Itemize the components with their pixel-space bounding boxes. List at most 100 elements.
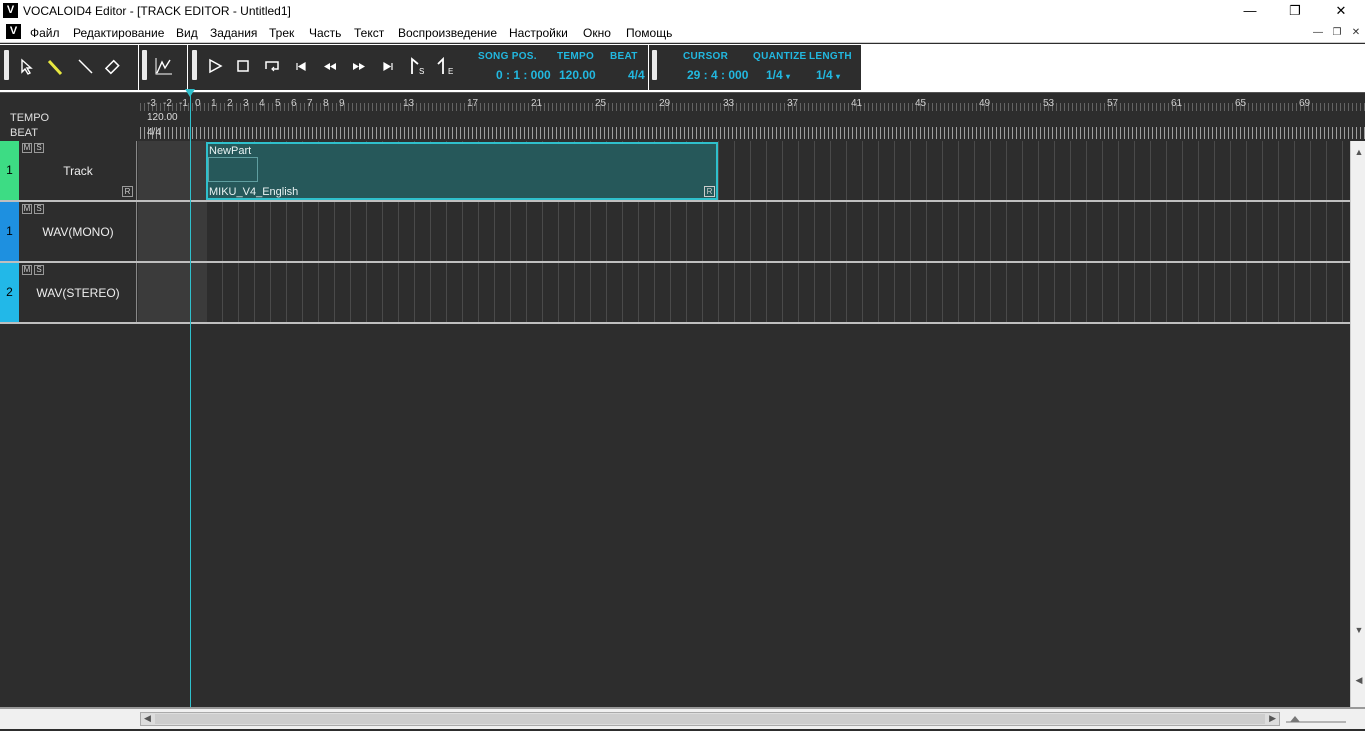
length-label: LENGTH (809, 51, 852, 62)
close-button[interactable]: ✕ (1318, 0, 1364, 22)
toolbar-grip[interactable] (652, 50, 657, 80)
document-icon[interactable]: V (6, 24, 21, 39)
menu-file[interactable]: Файл (30, 26, 60, 40)
menu-part[interactable]: Часть (309, 26, 341, 40)
toolbar-grip[interactable] (192, 50, 197, 80)
track-list: 1 M S Track R NewPart MIKU_V4_English R … (0, 141, 1350, 327)
go-to-end-icon[interactable] (376, 54, 400, 78)
timeline-ruler[interactable]: TEMPO BEAT 120.00 4/4 -3 -2 -1 0 1 2 3 4… (0, 92, 1365, 140)
menu-settings[interactable]: Настройки (509, 26, 568, 40)
app-icon: V (3, 3, 18, 18)
playhead-marker-icon[interactable] (185, 89, 195, 97)
track-row[interactable]: 2 M S WAV(STEREO) (0, 263, 1350, 324)
menu-playback[interactable]: Воспроизведение (398, 26, 497, 40)
track-name[interactable]: Track (19, 164, 137, 178)
measure-number: 9 (339, 98, 345, 109)
tempo-marker[interactable]: 120.00 (147, 112, 178, 123)
measure-number: 37 (787, 98, 799, 109)
svg-text:S: S (419, 67, 424, 76)
vocal-part[interactable]: NewPart MIKU_V4_English R (206, 142, 718, 200)
measure-number: 21 (531, 98, 543, 109)
measure-number: 53 (1043, 98, 1055, 109)
song-pos-value[interactable]: 0 : 1 : 000 (496, 68, 551, 82)
solo-button[interactable]: S (34, 265, 44, 275)
mdi-close-icon[interactable]: ✕ (1348, 25, 1364, 40)
beat-marker[interactable]: 4/4 (147, 127, 161, 138)
track-row[interactable]: 1 M S Track R NewPart MIKU_V4_English R (0, 141, 1350, 202)
vertical-scrollbar[interactable]: ▲ ▼ ◀ (1350, 141, 1365, 707)
quantize-value: 1/4 (766, 68, 783, 82)
minimize-button[interactable]: — (1227, 0, 1273, 22)
horizontal-scrollbar[interactable]: ◀ ▶ (140, 712, 1280, 726)
scroll-down-icon[interactable]: ▼ (1353, 623, 1365, 637)
menu-view[interactable]: Вид (176, 26, 198, 40)
title-bar: V VOCALOID4 Editor - [TRACK EDITOR - Unt… (0, 0, 1365, 22)
mute-button[interactable]: M (22, 204, 32, 214)
playhead-line[interactable] (190, 92, 191, 707)
mdi-minimize-icon[interactable]: — (1310, 25, 1326, 40)
pointer-arrow-icon[interactable] (14, 54, 38, 78)
pitch-graph-icon[interactable] (152, 54, 176, 78)
cursor-label: CURSOR (683, 51, 729, 62)
scroll-thumb[interactable] (155, 714, 1265, 724)
menu-track[interactable]: Трек (269, 26, 294, 40)
end-marker-icon[interactable]: E (434, 54, 458, 78)
eraser-icon[interactable] (102, 54, 126, 78)
loop-icon[interactable] (260, 54, 284, 78)
mute-button[interactable]: M (22, 143, 32, 153)
toolbar-grip[interactable] (142, 50, 147, 80)
go-to-start-icon[interactable] (289, 54, 313, 78)
stop-icon[interactable] (231, 54, 255, 78)
rewind-icon[interactable] (318, 54, 342, 78)
solo-button[interactable]: S (34, 204, 44, 214)
zoom-handle-icon[interactable]: ◀ (1353, 673, 1365, 687)
fast-forward-icon[interactable] (347, 54, 371, 78)
menu-window[interactable]: Окно (583, 26, 611, 40)
measure-number: 57 (1107, 98, 1119, 109)
start-marker-icon[interactable]: S (405, 54, 429, 78)
menu-lyrics[interactable]: Текст (354, 26, 384, 40)
menu-job[interactable]: Задания (210, 26, 257, 40)
track-grid[interactable] (138, 202, 1350, 261)
track-number: 1 (0, 202, 19, 261)
measure-number: 25 (595, 98, 607, 109)
menu-edit[interactable]: Редактирование (73, 26, 164, 40)
measure-number: 49 (979, 98, 991, 109)
record-button[interactable]: R (122, 186, 133, 197)
solo-button[interactable]: S (34, 143, 44, 153)
mute-button[interactable]: M (22, 265, 32, 275)
measure-number: 45 (915, 98, 927, 109)
measure-number: 1 (211, 98, 217, 109)
beat-value[interactable]: 4/4 (628, 68, 645, 82)
quantize-dropdown[interactable]: 1/4 ▾ (766, 68, 790, 82)
restore-button[interactable]: ❐ (1272, 0, 1318, 22)
measure-number: 8 (323, 98, 329, 109)
track-header[interactable]: M S Track R (19, 141, 137, 200)
part-record-button[interactable]: R (704, 186, 715, 197)
scroll-right-icon[interactable]: ▶ (1269, 713, 1276, 724)
length-dropdown[interactable]: 1/4 ▾ (816, 68, 840, 82)
mdi-restore-icon[interactable]: ❐ (1329, 25, 1345, 40)
measure-number: 4 (259, 98, 265, 109)
pre-measure-area (138, 263, 207, 322)
track-number: 1 (0, 141, 19, 200)
track-header[interactable]: M S WAV(MONO) (19, 202, 137, 261)
scroll-left-icon[interactable]: ◀ (144, 713, 151, 724)
line-icon[interactable] (74, 54, 98, 78)
track-row[interactable]: 1 M S WAV(MONO) (0, 202, 1350, 263)
measure-number: -1 (179, 98, 188, 109)
track-number: 2 (0, 263, 19, 322)
play-icon[interactable] (203, 54, 227, 78)
horizontal-zoom-slider[interactable] (1284, 712, 1354, 726)
menu-help[interactable]: Помощь (626, 26, 672, 40)
pencil-icon[interactable] (44, 54, 68, 78)
measure-number: 61 (1171, 98, 1183, 109)
tempo-value[interactable]: 120.00 (559, 68, 596, 82)
part-name: NewPart (209, 145, 252, 157)
track-grid[interactable] (138, 263, 1350, 322)
tempo-label: TEMPO (557, 51, 595, 62)
scroll-up-icon[interactable]: ▲ (1353, 145, 1365, 159)
menu-bar: V Файл Редактирование Вид Задания Трек Ч… (0, 22, 1365, 43)
track-header[interactable]: M S WAV(STEREO) (19, 263, 137, 322)
toolbar-grip[interactable] (4, 50, 9, 80)
